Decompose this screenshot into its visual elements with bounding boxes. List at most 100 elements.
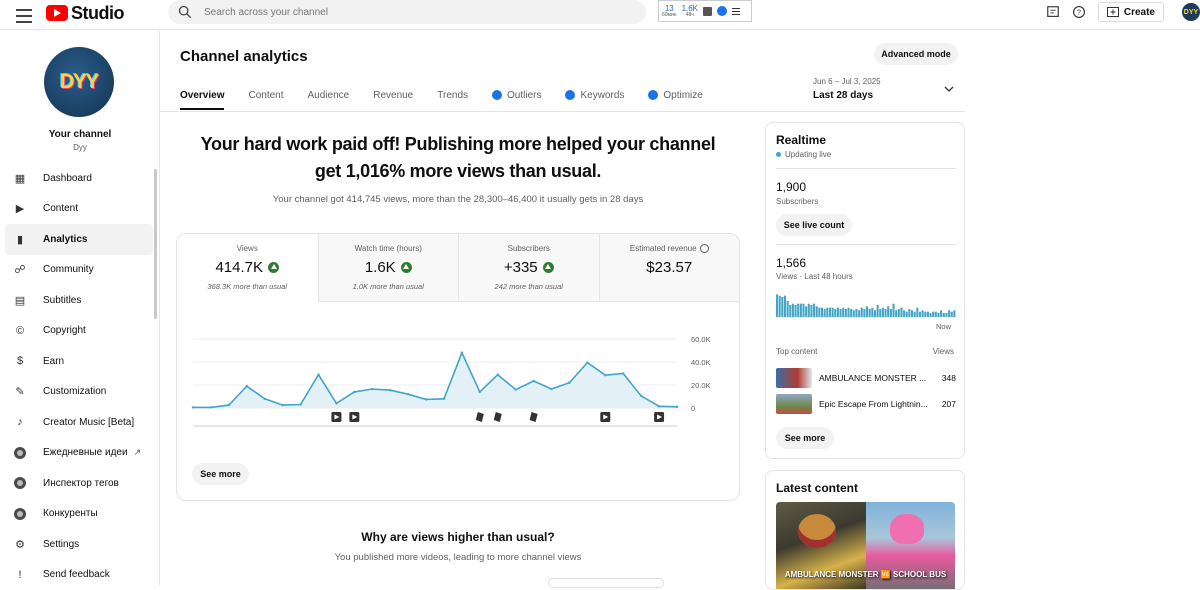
tab-3[interactable]: Audience xyxy=(308,84,350,110)
sidebar-item-7[interactable]: $Earn xyxy=(5,346,153,377)
sidebar-item-4[interactable]: ☍Community xyxy=(5,255,153,286)
sparkline-bar[interactable] xyxy=(906,312,908,317)
data-point[interactable] xyxy=(299,403,301,405)
sparkline-bar[interactable] xyxy=(797,304,799,317)
sparkline-bar[interactable] xyxy=(951,312,953,317)
short-published-icon[interactable] xyxy=(530,412,538,422)
sparkline-bar[interactable] xyxy=(916,308,918,317)
data-point[interactable] xyxy=(497,373,499,375)
data-point[interactable] xyxy=(479,391,481,393)
captions-icon[interactable] xyxy=(1046,5,1060,19)
sidebar-item-6[interactable]: ©Copyright xyxy=(5,316,153,347)
sparkline-bar[interactable] xyxy=(919,312,921,317)
sparkline-bar[interactable] xyxy=(787,301,789,317)
sparkline-bar[interactable] xyxy=(779,296,781,317)
short-published-icon[interactable] xyxy=(476,412,484,422)
data-point[interactable] xyxy=(264,398,266,400)
sparkline-bar[interactable] xyxy=(930,313,932,317)
tab-5[interactable]: Trends xyxy=(437,84,468,110)
sparkline-bar[interactable] xyxy=(885,309,887,317)
data-point[interactable] xyxy=(246,385,248,387)
sparkline-bar[interactable] xyxy=(877,305,879,317)
data-point[interactable] xyxy=(389,389,391,391)
data-point[interactable] xyxy=(228,404,230,406)
sparkline-bar[interactable] xyxy=(863,309,865,317)
tab-4[interactable]: Revenue xyxy=(373,84,413,110)
tab-1[interactable]: Overview xyxy=(180,84,224,110)
sparkline-bar[interactable] xyxy=(784,296,786,317)
data-point[interactable] xyxy=(568,382,570,384)
sidebar-item-5[interactable]: ▤Subtitles xyxy=(5,285,153,316)
data-point[interactable] xyxy=(514,388,516,390)
sparkline-bar[interactable] xyxy=(935,312,937,317)
sparkline-bar[interactable] xyxy=(813,304,815,317)
data-point[interactable] xyxy=(371,388,373,390)
sparkline-bar[interactable] xyxy=(887,306,889,317)
sparkline-bar[interactable] xyxy=(781,297,783,317)
tab-2[interactable]: Content xyxy=(248,84,283,110)
data-point[interactable] xyxy=(210,406,212,408)
sparkline-bar[interactable] xyxy=(900,308,902,317)
sparkline-bar[interactable] xyxy=(832,308,834,317)
see-more-button[interactable]: See more xyxy=(192,463,249,485)
data-point[interactable] xyxy=(353,391,355,393)
sparkline-bar[interactable] xyxy=(853,310,855,317)
sparkline-bar[interactable] xyxy=(874,310,876,317)
sparkline-bar[interactable] xyxy=(816,306,818,317)
sparkline-bar[interactable] xyxy=(837,308,839,317)
sidebar-item-1[interactable]: ▦Dashboard xyxy=(5,163,153,194)
sparkline-bar[interactable] xyxy=(911,310,913,317)
data-point[interactable] xyxy=(425,398,427,400)
data-point[interactable] xyxy=(622,372,624,374)
data-point[interactable] xyxy=(658,405,660,407)
sparkline-bar[interactable] xyxy=(850,309,852,317)
sparkline-bar[interactable] xyxy=(937,313,939,317)
data-point[interactable] xyxy=(640,395,642,397)
sparkline-bar[interactable] xyxy=(953,310,955,317)
metric-tab-2[interactable]: Watch time (hours)1.6K1.0K more than usu… xyxy=(318,234,459,302)
sidebar-scrollbar[interactable] xyxy=(154,169,157,319)
data-point[interactable] xyxy=(586,361,588,363)
data-point[interactable] xyxy=(461,352,463,354)
sparkline-bar[interactable] xyxy=(789,305,791,317)
sparkline-bar[interactable] xyxy=(795,305,797,317)
sparkline-bar[interactable] xyxy=(898,309,900,317)
sparkline-bar[interactable] xyxy=(871,308,873,317)
sidebar-item-9[interactable]: ♪Creator Music [Beta] xyxy=(5,407,153,438)
ext-chart-icon[interactable] xyxy=(703,7,712,16)
sparkline-bar[interactable] xyxy=(855,309,857,317)
sparkline-bar[interactable] xyxy=(861,308,863,317)
sparkline-bar[interactable] xyxy=(895,310,897,317)
ext-logo-icon[interactable] xyxy=(717,6,727,16)
sparkline-bar[interactable] xyxy=(922,310,924,317)
data-point[interactable] xyxy=(550,388,552,390)
sparkline-bar[interactable] xyxy=(932,312,934,317)
sparkline-bar[interactable] xyxy=(940,310,942,317)
sparkline-bar[interactable] xyxy=(879,309,881,317)
search-input[interactable] xyxy=(204,7,604,18)
sparkline-bar[interactable] xyxy=(834,309,836,317)
data-point[interactable] xyxy=(604,374,606,376)
metric-tab-3[interactable]: Subscribers+335242 more than usual xyxy=(458,234,599,302)
video-published-icon[interactable] xyxy=(349,412,359,422)
sparkline-bar[interactable] xyxy=(829,308,831,317)
video-published-icon[interactable] xyxy=(331,412,341,422)
sidebar-item-14[interactable]: !Send feedback xyxy=(5,560,153,590)
sparkline-bar[interactable] xyxy=(882,308,884,317)
sparkline-bar[interactable] xyxy=(858,310,860,317)
ext-menu-icon[interactable] xyxy=(732,6,740,17)
tab-7[interactable]: Keywords xyxy=(565,84,624,110)
sparkline-bar[interactable] xyxy=(824,309,826,317)
sparkline-bar[interactable] xyxy=(943,313,945,317)
video-published-icon[interactable] xyxy=(600,412,610,422)
data-point[interactable] xyxy=(317,373,319,375)
search-bar[interactable] xyxy=(168,0,646,24)
sparkline-bar[interactable] xyxy=(924,312,926,317)
see-more-button[interactable]: See more xyxy=(776,427,834,449)
studio-logo[interactable]: Studio xyxy=(46,3,124,23)
sparkline-bar[interactable] xyxy=(847,308,849,317)
sparkline-bar[interactable] xyxy=(927,312,929,317)
create-button[interactable]: Create xyxy=(1098,2,1164,22)
data-point[interactable] xyxy=(532,380,534,382)
short-published-icon[interactable] xyxy=(494,412,502,422)
